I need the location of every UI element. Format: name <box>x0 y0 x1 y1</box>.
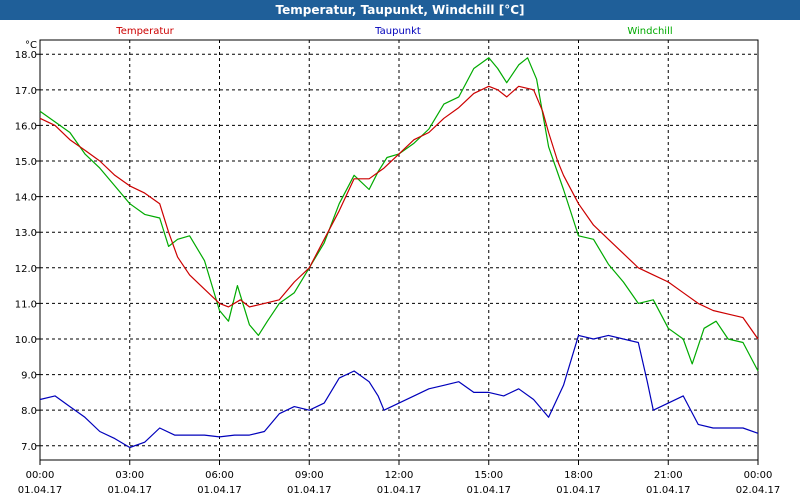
x-tick-time-label: 06:00 <box>205 470 234 481</box>
window-title: Temperatur, Taupunkt, Windchill [°C] <box>0 0 800 20</box>
x-tick-date-label: 02.04.17 <box>736 485 781 496</box>
y-tick-label: 7.0 <box>21 442 37 453</box>
x-tick-date-label: 01.04.17 <box>646 485 691 496</box>
x-tick-time-label: 15:00 <box>474 470 503 481</box>
y-tick-label: 13.0 <box>15 228 37 239</box>
y-tick-label: 18.0 <box>15 50 37 61</box>
x-tick-date-label: 01.04.17 <box>197 485 242 496</box>
x-tick-time-label: 03:00 <box>115 470 144 481</box>
x-tick-time-label: 18:00 <box>564 470 593 481</box>
y-axis-label: °C <box>25 40 37 51</box>
x-tick-time-label: 00:00 <box>26 470 55 481</box>
x-tick-time-label: 12:00 <box>385 470 414 481</box>
y-tick-label: 8.0 <box>21 406 37 417</box>
y-tick-label: 10.0 <box>15 335 37 346</box>
y-tick-label: 11.0 <box>15 299 37 310</box>
legend-label-temperatur: Temperatur <box>115 26 174 37</box>
legend-label-taupunkt: Taupunkt <box>374 26 421 37</box>
y-tick-label: 15.0 <box>15 157 37 168</box>
x-tick-date-label: 01.04.17 <box>287 485 332 496</box>
y-tick-label: 17.0 <box>15 86 37 97</box>
legend-label-windchill: Windchill <box>627 26 672 37</box>
x-tick-time-label: 21:00 <box>654 470 683 481</box>
y-tick-label: 14.0 <box>15 193 37 204</box>
x-tick-time-label: 09:00 <box>295 470 324 481</box>
y-tick-label: 9.0 <box>21 371 37 382</box>
y-tick-label: 12.0 <box>15 264 37 275</box>
x-tick-date-label: 01.04.17 <box>107 485 152 496</box>
x-tick-date-label: 01.04.17 <box>466 485 511 496</box>
x-tick-time-label: 00:00 <box>744 470 773 481</box>
x-tick-date-label: 01.04.17 <box>18 485 63 496</box>
x-tick-date-label: 01.04.17 <box>377 485 422 496</box>
y-tick-label: 16.0 <box>15 121 37 132</box>
line-chart: 7.0 8.0 9.0 10.0 11.0 12.0 13.0 14.0 15.0 16.0 17.… <box>15 26 781 496</box>
x-tick-date-label: 01.04.17 <box>556 485 601 496</box>
